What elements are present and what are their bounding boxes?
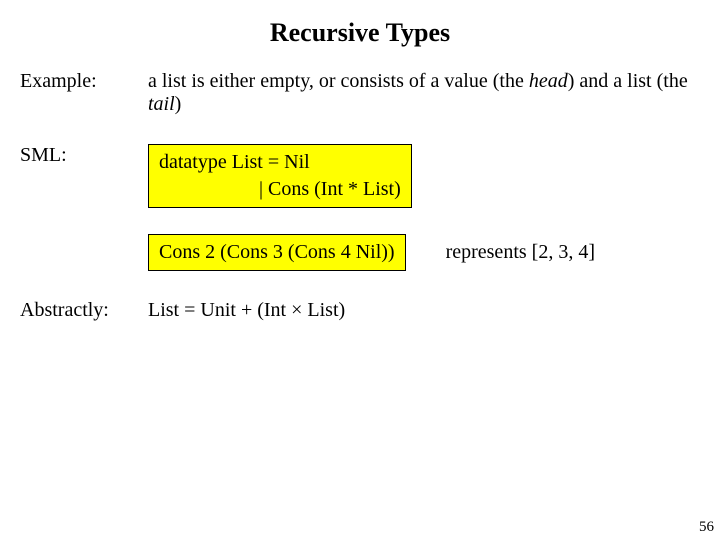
datatype-code: datatype List = Nil | Cons (Int * List) bbox=[148, 144, 412, 208]
represents-text: represents [2, 3, 4] bbox=[446, 241, 595, 264]
example-part3: ) bbox=[175, 93, 182, 115]
head-term: head bbox=[529, 70, 568, 92]
example-part2: ) and a list (the bbox=[568, 70, 688, 92]
cons-expression: Cons 2 (Cons 3 (Cons 4 Nil)) bbox=[148, 234, 406, 271]
example-label: Example: bbox=[20, 70, 148, 93]
sml-label: SML: bbox=[20, 144, 148, 167]
abstractly-label: Abstractly: bbox=[20, 299, 148, 322]
code-line-1: datatype List = Nil bbox=[159, 149, 401, 176]
page-number: 56 bbox=[699, 519, 714, 536]
slide: Recursive Types Example: a list is eithe… bbox=[0, 0, 720, 540]
tail-term: tail bbox=[148, 93, 175, 115]
example-text: a list is either empty, or consists of a… bbox=[148, 70, 700, 116]
example-part1: a list is either empty, or consists of a… bbox=[148, 70, 529, 92]
abstractly-text: List = Unit + (Int × List) bbox=[148, 299, 700, 322]
sml-content: datatype List = Nil | Cons (Int * List) … bbox=[148, 144, 700, 271]
code-line-2: | Cons (Int * List) bbox=[159, 176, 401, 203]
slide-title: Recursive Types bbox=[20, 18, 700, 48]
abstractly-row: Abstractly: List = Unit + (Int × List) bbox=[20, 299, 700, 322]
sml-row: SML: datatype List = Nil | Cons (Int * L… bbox=[20, 144, 700, 271]
cons-example-row: Cons 2 (Cons 3 (Cons 4 Nil)) represents … bbox=[148, 234, 700, 271]
spacer bbox=[148, 208, 700, 234]
example-row: Example: a list is either empty, or cons… bbox=[20, 70, 700, 116]
